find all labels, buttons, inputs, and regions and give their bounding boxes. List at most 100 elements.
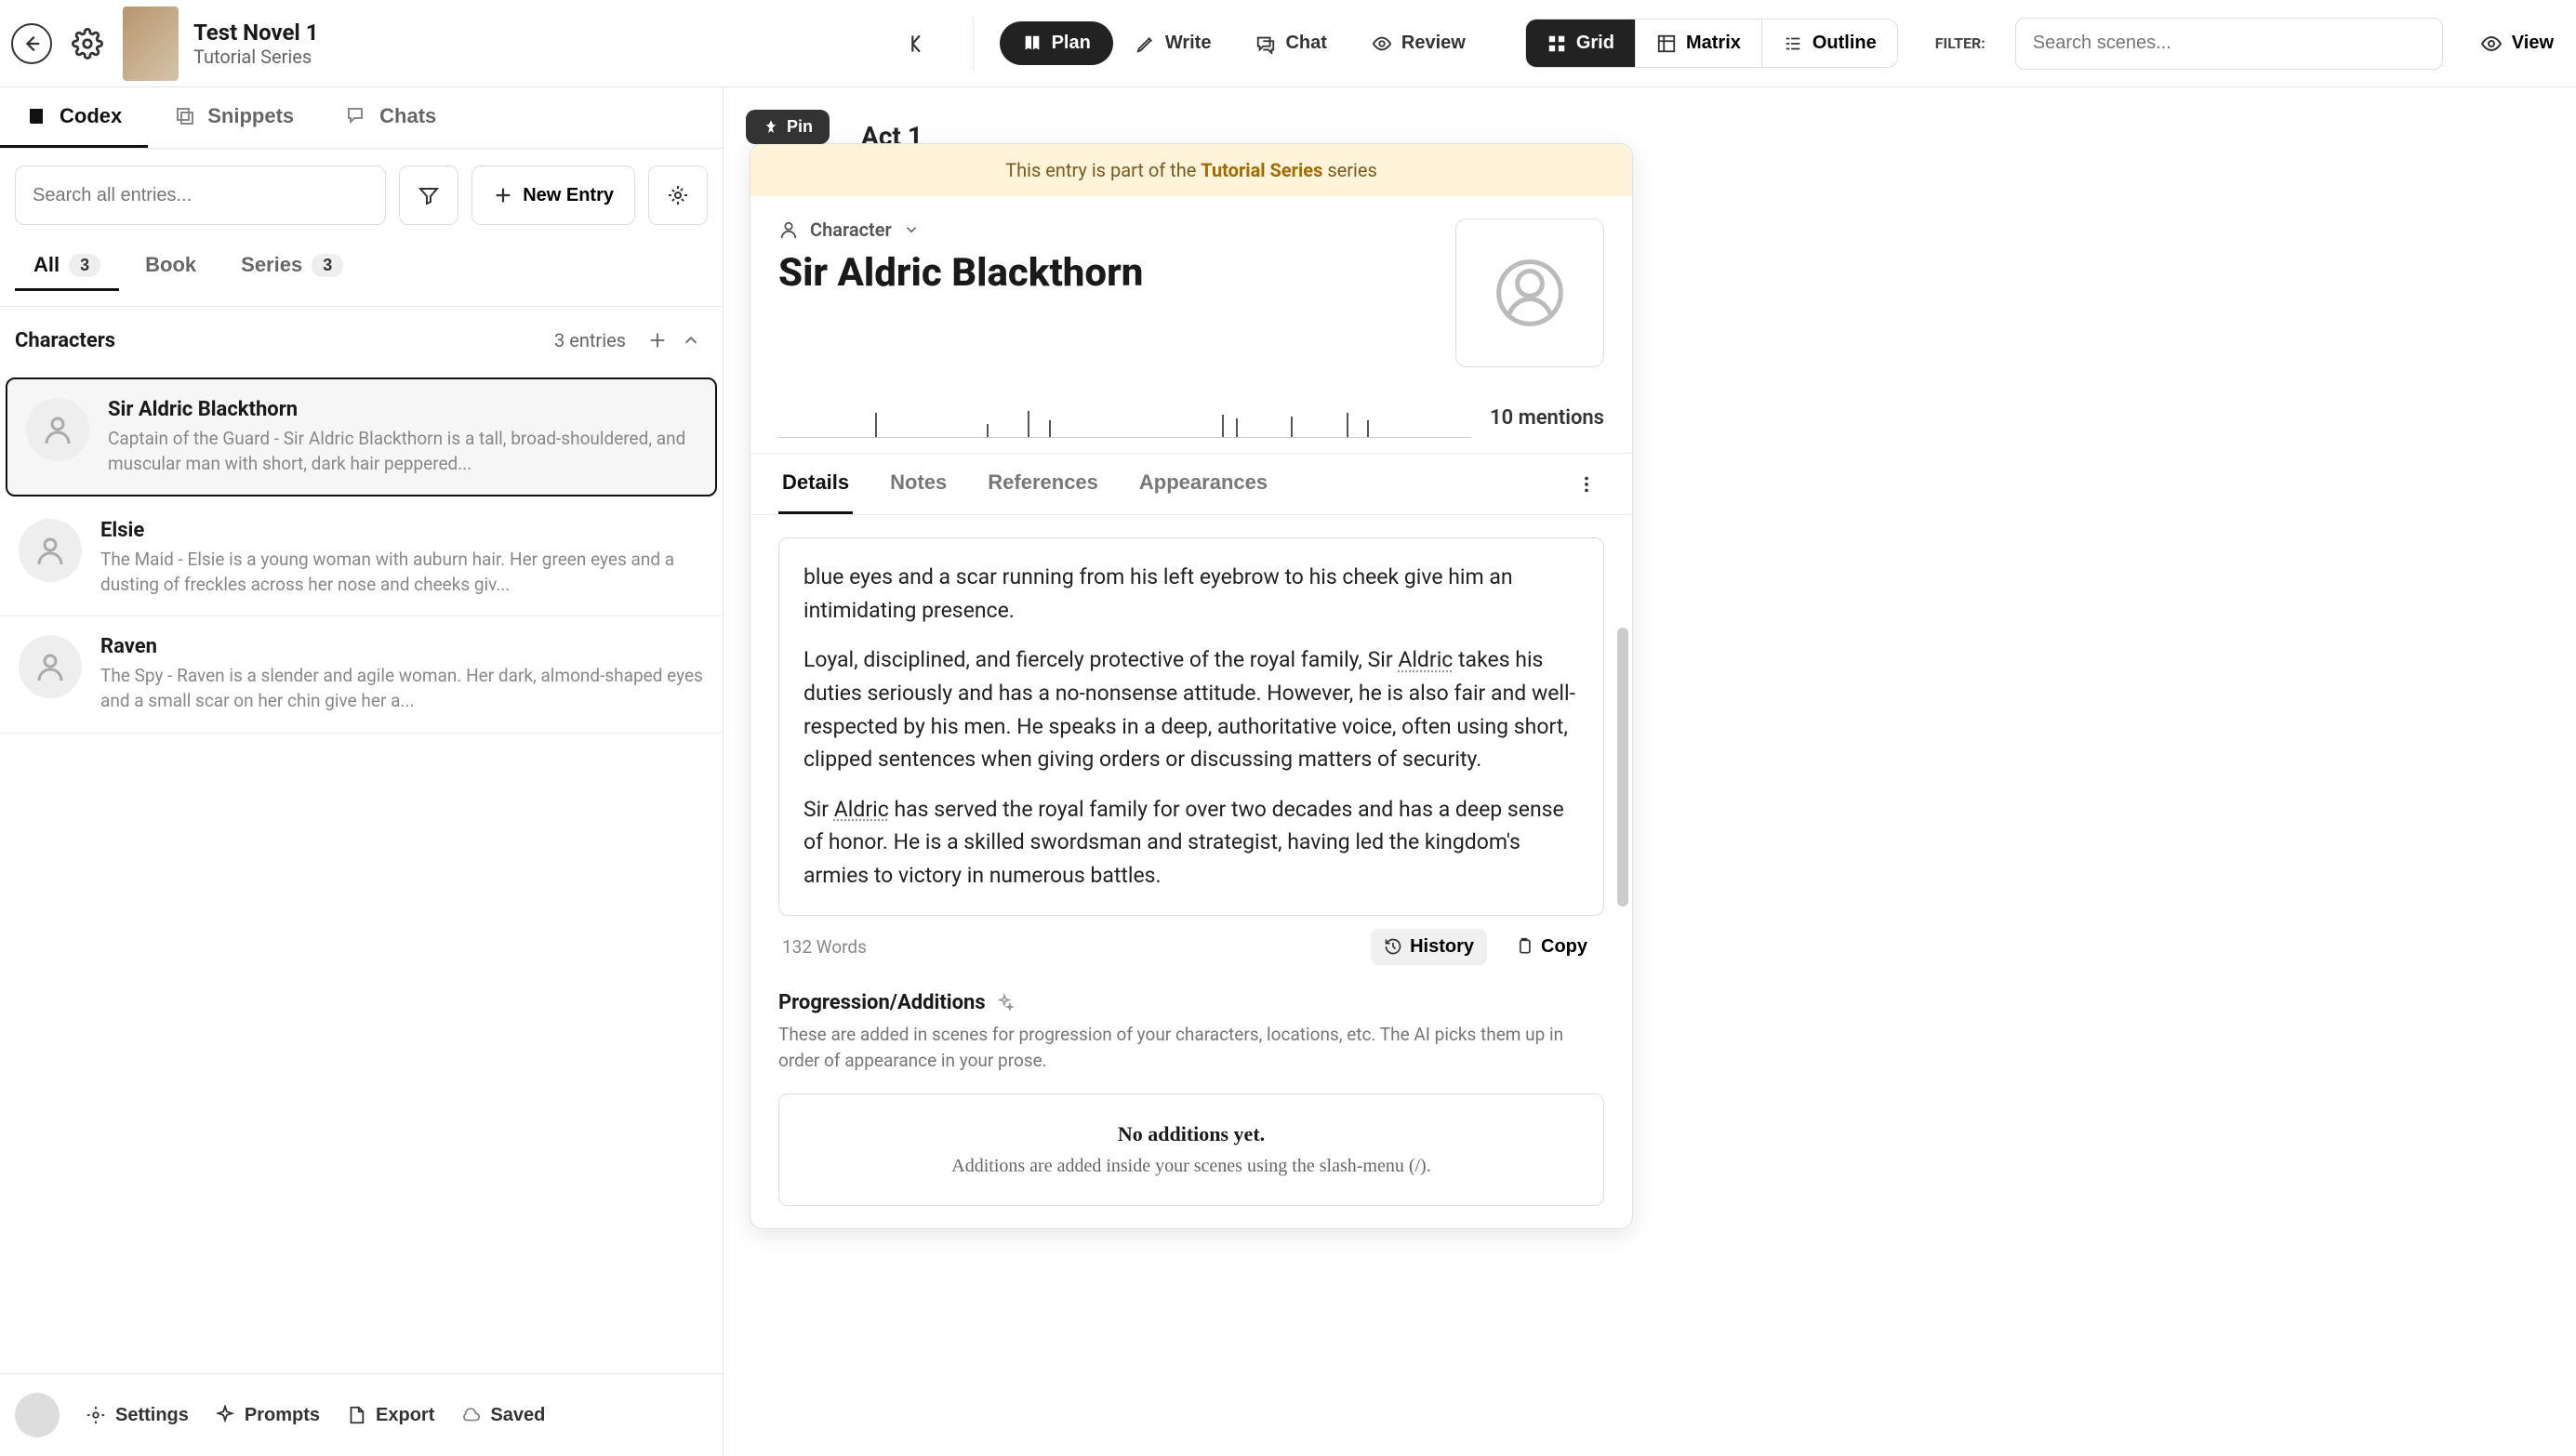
- footer-export[interactable]: Export: [346, 1405, 434, 1426]
- tab-notes[interactable]: Notes: [886, 454, 950, 514]
- pencil-icon: [1135, 33, 1156, 54]
- footer-prompts[interactable]: Prompts: [215, 1405, 320, 1426]
- clipboard-icon: [1515, 937, 1534, 956]
- new-entry-button[interactable]: New Entry: [471, 165, 635, 225]
- mentions-sparkline: [778, 397, 1471, 438]
- entry-type-label: Character: [810, 218, 892, 241]
- pin-button[interactable]: Pin: [746, 110, 830, 144]
- book-thumbnail[interactable]: [123, 7, 179, 81]
- more-button[interactable]: [1569, 467, 1604, 502]
- chats-icon: [346, 105, 368, 127]
- group-collapse-button[interactable]: [674, 324, 708, 357]
- scope-all[interactable]: All 3: [15, 242, 119, 291]
- scope-book[interactable]: Book: [126, 242, 215, 291]
- card-avatar[interactable]: [1455, 218, 1604, 367]
- footer-saved[interactable]: Saved: [460, 1405, 545, 1426]
- progression-title-text: Progression/Additions: [778, 991, 986, 1014]
- chevron-down-icon: [903, 221, 920, 238]
- mode-review[interactable]: Review: [1349, 21, 1488, 65]
- footer-settings[interactable]: Settings: [86, 1405, 189, 1426]
- progression-empty-sub: Additions are added inside your scenes u…: [802, 1156, 1581, 1177]
- card-title[interactable]: Sir Aldric Blackthorn: [778, 250, 1433, 296]
- entry-item[interactable]: Elsie The Maid - Elsie is a young woman …: [0, 500, 723, 616]
- funnel-icon: [418, 184, 440, 206]
- back-button[interactable]: [11, 23, 52, 64]
- history-icon: [1384, 937, 1402, 956]
- history-label: History: [1410, 936, 1474, 958]
- mode-group: Plan Write Chat Review: [1000, 21, 1488, 65]
- view-matrix-label: Matrix: [1686, 33, 1741, 54]
- entry-desc: The Spy - Raven is a slender and agile w…: [100, 664, 704, 713]
- tab-appearances[interactable]: Appearances: [1135, 454, 1271, 514]
- sidebar-footer: Settings Prompts Export Saved: [0, 1373, 723, 1456]
- collapse-sidebar-button[interactable]: [902, 25, 939, 62]
- banner-pre: This entry is part of the: [1005, 159, 1201, 181]
- progression-empty: No additions yet. Additions are added in…: [778, 1093, 1604, 1206]
- search-scenes-input[interactable]: [2015, 18, 2443, 70]
- content-area: Pin Act 1 This entry is part of the Tuto…: [724, 87, 2576, 1456]
- new-entry-label: New Entry: [523, 185, 614, 206]
- entry-item[interactable]: Sir Aldric Blackthorn Captain of the Gua…: [6, 377, 717, 496]
- scope-series-label: Series: [241, 253, 302, 277]
- series-title: Tutorial Series: [193, 46, 319, 68]
- user-avatar[interactable]: [15, 1393, 60, 1437]
- tab-details[interactable]: Details: [778, 454, 853, 514]
- eye-icon: [1372, 33, 1392, 54]
- view-matrix[interactable]: Matrix: [1636, 20, 1762, 67]
- stack-icon: [174, 105, 196, 127]
- entry-item[interactable]: Raven The Spy - Raven is a slender and a…: [0, 616, 723, 733]
- mode-plan[interactable]: Plan: [1000, 21, 1113, 65]
- person-icon: [1493, 256, 1567, 330]
- group-add-button[interactable]: [641, 324, 674, 357]
- person-icon: [778, 219, 799, 240]
- gear-icon: [72, 28, 103, 60]
- history-button[interactable]: History: [1371, 929, 1487, 965]
- group-title: Characters: [15, 329, 554, 352]
- view-outline[interactable]: Outline: [1762, 20, 1897, 67]
- tab-snippets[interactable]: Snippets: [148, 87, 320, 148]
- tab-codex-label: Codex: [60, 104, 122, 128]
- description-editor[interactable]: blue eyes and a scar running from his le…: [778, 537, 1604, 916]
- view-button[interactable]: View: [2480, 33, 2554, 55]
- banner-series[interactable]: Tutorial Series: [1201, 159, 1322, 181]
- desc-paragraph: Loyal, disciplined, and fiercely protect…: [803, 643, 1579, 776]
- scope-all-label: All: [33, 253, 60, 277]
- mode-chat-label: Chat: [1285, 33, 1326, 54]
- tab-chats-label: Chats: [379, 104, 436, 128]
- mode-write[interactable]: Write: [1113, 21, 1234, 65]
- novel-title: Test Novel 1: [193, 20, 319, 46]
- search-entries-input[interactable]: [15, 165, 386, 225]
- tab-references[interactable]: References: [984, 454, 1102, 514]
- view-grid[interactable]: Grid: [1526, 20, 1636, 67]
- view-button-label: View: [2512, 33, 2554, 54]
- copy-button[interactable]: Copy: [1502, 929, 1600, 965]
- tab-chats[interactable]: Chats: [320, 87, 462, 148]
- gear-icon: [667, 184, 689, 206]
- filter-button[interactable]: [399, 165, 458, 225]
- entry-name: Raven: [100, 635, 704, 658]
- scrollbar[interactable]: [1617, 628, 1628, 907]
- scope-all-count: 3: [69, 254, 100, 277]
- footer-saved-label: Saved: [490, 1405, 545, 1426]
- mode-chat[interactable]: Chat: [1233, 21, 1348, 65]
- view-grid-label: Grid: [1576, 33, 1614, 54]
- person-icon: [33, 534, 67, 567]
- cloud-icon: [460, 1405, 481, 1425]
- entry-type-selector[interactable]: Character: [778, 218, 1433, 241]
- tab-codex[interactable]: Codex: [0, 87, 148, 148]
- sparkle-icon: [995, 993, 1014, 1012]
- banner-post: series: [1322, 159, 1376, 181]
- settings-button[interactable]: [67, 23, 108, 64]
- filter-label: FILTER:: [1935, 34, 1985, 52]
- detail-tabs: Details Notes References Appearances: [750, 454, 1632, 515]
- scope-series[interactable]: Series 3: [222, 242, 362, 291]
- series-banner: This entry is part of the Tutorial Serie…: [750, 144, 1632, 196]
- export-icon: [346, 1405, 366, 1425]
- grid-icon: [1547, 33, 1567, 54]
- desc-paragraph: Sir Aldric has served the royal family f…: [803, 793, 1579, 893]
- entry-settings-button[interactable]: [648, 165, 708, 225]
- collapse-left-icon: [909, 32, 933, 56]
- view-segment: Grid Matrix Outline: [1525, 19, 1898, 68]
- entry-desc: The Maid - Elsie is a young woman with a…: [100, 548, 704, 597]
- mention-row: 10 mentions: [750, 390, 1632, 454]
